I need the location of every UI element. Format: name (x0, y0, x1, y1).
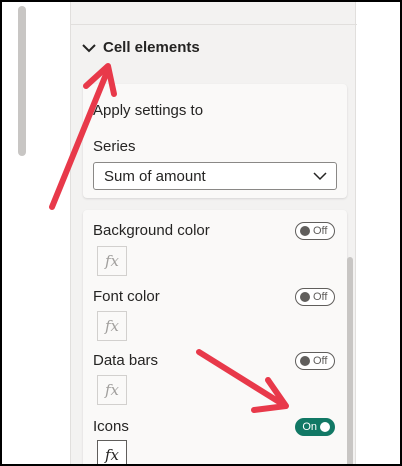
toggle-knob (300, 292, 310, 302)
icons-toggle[interactable]: On (295, 418, 335, 436)
font-color-fx-button[interactable]: fx (97, 311, 127, 341)
toggle-knob (320, 422, 330, 432)
data-bars-label: Data bars (93, 352, 159, 369)
format-pane: Cell elements Apply settings to Series S… (70, 2, 357, 464)
chevron-down-icon (313, 172, 327, 181)
left-scroll-rail (2, 2, 46, 464)
pane-scrollbar-thumb[interactable] (347, 257, 353, 464)
font-color-toggle[interactable]: Off (295, 288, 335, 306)
toggle-knob (300, 226, 310, 236)
background-color-toggle[interactable]: Off (295, 222, 335, 240)
apply-settings-title: Apply settings to (93, 102, 204, 119)
right-blank-area (357, 2, 400, 464)
left-scrollbar-thumb[interactable] (18, 6, 26, 156)
screenshot-frame: Cell elements Apply settings to Series S… (0, 0, 402, 466)
series-dropdown[interactable]: Sum of amount (93, 162, 337, 190)
cell-elements-header[interactable]: Cell elements (81, 39, 200, 56)
data-bars-toggle[interactable]: Off (295, 352, 335, 370)
data-bars-fx-button[interactable]: fx (97, 375, 127, 405)
gap-column (46, 2, 70, 464)
toggle-state: On (302, 421, 317, 433)
toggle-knob (300, 356, 310, 366)
toggle-state: Off (313, 291, 328, 303)
icons-label: Icons (93, 418, 129, 435)
background-color-label: Background color (93, 222, 210, 239)
apply-settings-card: Apply settings to Series Sum of amount (83, 84, 347, 198)
toggle-state: Off (313, 355, 328, 367)
font-color-label: Font color (93, 288, 160, 305)
divider (71, 24, 357, 25)
section-title: Cell elements (103, 39, 200, 56)
toggle-state: Off (313, 225, 328, 237)
background-color-fx-button[interactable]: fx (97, 246, 127, 276)
icons-fx-button[interactable]: fx (97, 440, 127, 464)
cell-elements-card: Background color Off fx Font color Off f… (83, 210, 347, 464)
series-label: Series (93, 138, 136, 155)
series-dropdown-value: Sum of amount (104, 167, 206, 185)
chevron-down-icon (82, 43, 96, 52)
